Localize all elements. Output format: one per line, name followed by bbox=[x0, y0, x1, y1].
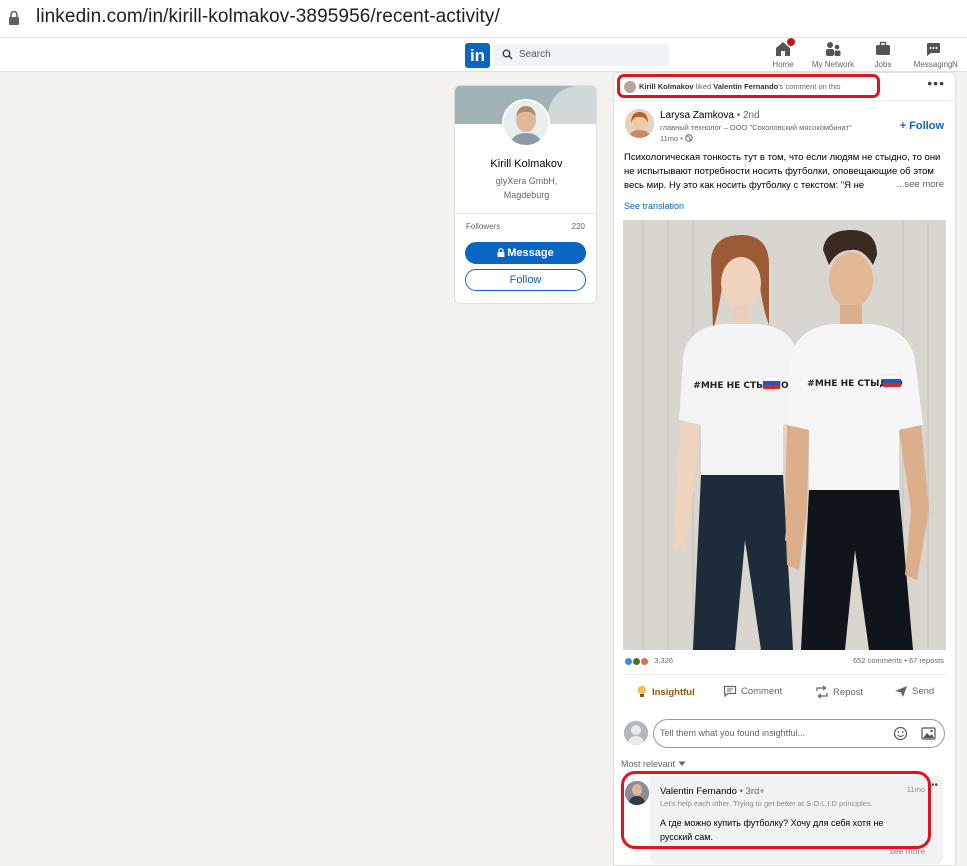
home-icon bbox=[775, 37, 796, 57]
network-icon bbox=[825, 41, 841, 57]
post-time-text: 11mo • bbox=[660, 134, 683, 143]
search-placeholder: Search bbox=[519, 49, 551, 60]
url-text[interactable]: linkedin.com/in/kirill-kolmakov-3895956/… bbox=[36, 6, 500, 28]
profile-company: glyXera GmbH, bbox=[495, 176, 558, 186]
feed-post: Kirill Kolmakov liked Valentin Fernando'… bbox=[613, 72, 956, 866]
insightful-label: Insightful bbox=[652, 686, 695, 698]
followers-count: 220 bbox=[571, 222, 585, 231]
reactions-count: 3,326 bbox=[654, 656, 674, 665]
sort-comments-label: Most relevant bbox=[621, 759, 676, 769]
post-image[interactable]: #МНЕ НЕ СТЫДНО #МНЕ НЕ СТЫДНО bbox=[623, 220, 946, 650]
profile-location: Magdeburg bbox=[503, 190, 550, 200]
globe-icon bbox=[685, 134, 693, 142]
post-time: 11mo • bbox=[660, 134, 693, 143]
highlight-box-activity bbox=[617, 74, 880, 98]
message-button[interactable]: Message bbox=[465, 242, 586, 264]
messaging-icon bbox=[925, 41, 941, 57]
post-author-degree: • 2nd bbox=[736, 110, 760, 121]
nav-my-network[interactable]: My Network bbox=[808, 41, 858, 69]
nav-messaging-label: Messaging bbox=[913, 60, 953, 69]
browser-address-bar[interactable]: linkedin.com/in/kirill-kolmakov-3895956/… bbox=[0, 0, 967, 38]
sort-comments-dropdown[interactable]: Most relevant bbox=[621, 759, 686, 769]
briefcase-icon bbox=[875, 41, 891, 57]
post-header-divider bbox=[614, 100, 955, 101]
profile-divider bbox=[455, 213, 596, 214]
nav-jobs[interactable]: Jobs bbox=[858, 41, 908, 69]
repost-button[interactable]: Repost bbox=[815, 685, 863, 699]
see-translation-link[interactable]: See translation bbox=[624, 201, 684, 211]
notification-badge bbox=[786, 37, 796, 47]
lock-icon bbox=[497, 248, 505, 257]
nav-my-network-label: My Network bbox=[811, 60, 855, 69]
comment-label: Comment bbox=[741, 685, 783, 697]
post-author-headline: главный технолог – ООО "Соколовский мясо… bbox=[660, 123, 852, 132]
image-icon[interactable] bbox=[921, 727, 936, 740]
comment-input[interactable]: Tell them what you found insightful... bbox=[653, 719, 945, 748]
nav-jobs-label: Jobs bbox=[874, 60, 892, 69]
emoji-icon[interactable] bbox=[893, 726, 908, 741]
nav-home[interactable]: Home bbox=[758, 37, 808, 69]
post-see-more[interactable]: ...see more bbox=[894, 179, 944, 190]
send-label: Send bbox=[912, 686, 935, 697]
profile-card: Kirill Kolmakov glyXera GmbH, Magdeburg … bbox=[454, 85, 597, 304]
message-button-label: Message bbox=[507, 247, 554, 259]
post-more-menu[interactable]: ••• bbox=[927, 75, 945, 91]
lock-icon bbox=[9, 10, 19, 25]
nav-messaging[interactable]: Messaging bbox=[908, 41, 958, 69]
search-box[interactable]: Search bbox=[494, 44, 669, 66]
top-nav: in Search Home My Network Jobs Messaging bbox=[0, 37, 967, 72]
follow-author-button[interactable]: + Follow bbox=[900, 120, 944, 132]
comments-reposts-count[interactable]: 652 comments • 67 reposts bbox=[853, 656, 944, 665]
stats-divider bbox=[624, 674, 947, 675]
nav-home-label: Home bbox=[772, 60, 794, 69]
post-author-avatar[interactable] bbox=[625, 109, 654, 138]
viewer-avatar bbox=[624, 721, 648, 745]
repost-label: Repost bbox=[833, 686, 864, 698]
chevron-down-icon bbox=[678, 761, 686, 766]
profile-name[interactable]: Kirill Kolmakov bbox=[455, 158, 596, 170]
send-button[interactable]: Send bbox=[894, 685, 934, 698]
love-reaction-icon bbox=[640, 656, 650, 666]
nav-notifications[interactable]: N bbox=[952, 41, 967, 69]
linkedin-logo[interactable]: in bbox=[465, 43, 490, 68]
reactions-summary[interactable]: 3,326 bbox=[624, 656, 673, 666]
comment-input-placeholder: Tell them what you found insightful... bbox=[660, 728, 806, 738]
nav-notifications-label: N bbox=[952, 60, 958, 69]
comment-icon bbox=[723, 685, 737, 697]
post-author[interactable]: Larysa Zamkova • 2nd bbox=[660, 110, 760, 121]
follow-profile-button[interactable]: Follow bbox=[465, 269, 586, 291]
insightful-button[interactable]: Insightful bbox=[636, 685, 695, 699]
repost-icon bbox=[816, 685, 828, 699]
followers-label: Followers bbox=[466, 222, 501, 231]
send-icon bbox=[895, 686, 907, 697]
comment-button[interactable]: Comment bbox=[723, 685, 782, 697]
highlight-box-comment bbox=[621, 771, 931, 849]
search-icon bbox=[502, 49, 513, 60]
lightbulb-icon bbox=[637, 685, 647, 697]
notifications-icon bbox=[952, 41, 967, 57]
profile-avatar[interactable] bbox=[502, 99, 550, 147]
post-author-name[interactable]: Larysa Zamkova bbox=[660, 110, 734, 121]
